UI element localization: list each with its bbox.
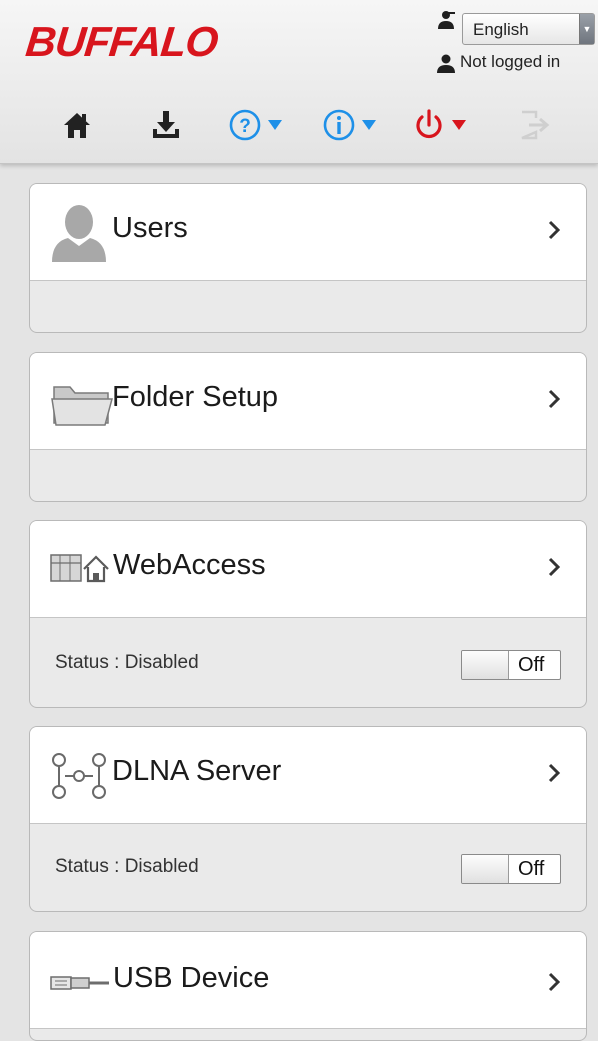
webaccess-header[interactable]: WebAccess [30,521,586,618]
usb-cable-icon [50,976,109,990]
webaccess-icon [50,554,109,583]
user-icon [437,54,455,73]
folder-setup-header[interactable]: Folder Setup [30,353,586,450]
dlna-server-header[interactable]: DLNA Server [30,727,586,824]
chevron-down-icon [452,120,466,130]
usb-device-title: USB Device [113,962,270,994]
folder-icon [51,386,113,426]
chevron-down-icon: ▼ [579,14,594,44]
toggle-knob [462,651,509,679]
home-icon [64,113,90,138]
chevron-right-icon [548,763,561,783]
dlna-server-title: DLNA Server [112,755,282,787]
language-select[interactable]: English ▼ [462,13,595,45]
chevron-right-icon [548,557,561,577]
users-title: Users [112,212,188,244]
webaccess-toggle[interactable]: Off [461,650,561,680]
power-menu-button[interactable] [412,100,466,150]
help-menu-button[interactable]: ? [228,100,282,150]
logout-icon [521,110,550,140]
buffalo-logo[interactable]: BUFFALO [23,18,220,66]
download-button[interactable] [150,100,182,150]
usb-device-header[interactable]: USB Device [30,932,586,1029]
card-usb-device: USB Device [29,931,587,1041]
webaccess-title: WebAccess [113,549,266,581]
users-header[interactable]: Users [30,184,586,281]
header: BUFFALO English ▼ Not logged in ? [0,0,598,164]
dlna-server-toggle-label: Off [518,858,545,880]
power-icon [416,109,442,139]
dlna-network-icon [52,753,106,799]
card-webaccess: WebAccess Status : Disabled Off [29,520,587,708]
chevron-right-icon [548,972,561,992]
card-dlna-server: DLNA Server Status : Disabled Off [29,726,587,912]
chevron-right-icon [548,220,561,240]
svg-text:?: ? [239,116,251,137]
language-select-value: English [473,20,529,39]
chevron-down-icon [268,120,282,130]
login-status-text: Not logged in [460,52,561,71]
chevron-right-icon [548,389,561,409]
card-folder-setup: Folder Setup [29,352,587,502]
home-button[interactable] [62,100,92,150]
logout-button[interactable] [518,100,552,150]
chevron-down-icon [362,120,376,130]
folder-setup-title: Folder Setup [112,381,279,413]
webaccess-status: Status : Disabled [55,652,199,673]
toolbar: ? [0,100,598,150]
dlna-server-toggle[interactable]: Off [461,854,561,884]
dlna-server-status: Status : Disabled [55,856,199,877]
download-icon [153,111,179,138]
info-menu-button[interactable] [322,100,376,150]
user-silhouette-icon [52,205,106,262]
help-icon: ? [229,109,261,141]
webaccess-toggle-label: Off [518,654,545,676]
card-users: Users [29,183,587,333]
language-user-icon [438,11,455,29]
info-icon [323,109,355,141]
toggle-knob [462,855,509,883]
